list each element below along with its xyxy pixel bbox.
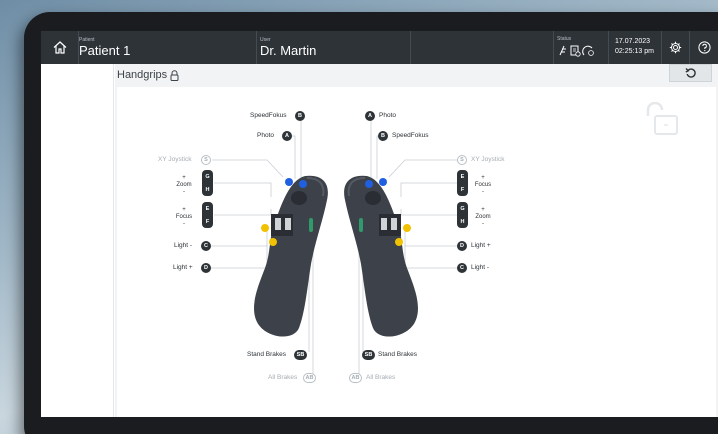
undo-button[interactable] (669, 64, 712, 82)
left-all-brakes-badge: AB (303, 373, 316, 383)
left-light-minus-badge: C (201, 241, 211, 251)
page-title: Handgrips (117, 69, 168, 81)
right-all-brakes-badge: AB (349, 373, 362, 383)
left-panel (41, 64, 114, 417)
left-stand-brakes-label: Stand Brakes (247, 351, 287, 358)
lock-icon (170, 70, 179, 81)
focus-key-bottom: F (460, 186, 465, 193)
right-speedfokus-label: SpeedFokus (392, 132, 429, 139)
focus-minus: - (482, 189, 484, 195)
status-label: Status (557, 36, 572, 42)
left-speedfokus-badge: B (295, 111, 305, 121)
right-photo-badge: A (365, 111, 375, 121)
right-zoom-badge: G H (457, 202, 468, 228)
settings-button[interactable] (661, 31, 689, 64)
focus-text: Focus (175, 214, 193, 220)
help-icon (697, 41, 711, 54)
zoom-minus: - (183, 189, 185, 195)
right-zoom-label: + Zoom - (471, 207, 495, 228)
zoom-minus: - (482, 221, 484, 227)
status-icons[interactable] (558, 43, 598, 57)
home-icon (53, 41, 66, 54)
left-light-minus-label: Light - (174, 242, 193, 249)
left-photo-badge: A (282, 131, 292, 141)
separator (256, 31, 257, 64)
help-button[interactable] (689, 31, 718, 64)
content-area: Handgrips SpeedFokus B Photo A XY Joysti… (115, 64, 718, 417)
date-text: 17.07.2023 (615, 38, 651, 45)
left-xy-joystick-label: XY Joystick (158, 156, 192, 163)
right-stand-brakes-badge: SB (362, 350, 375, 360)
left-xy-joystick-badge: S (201, 155, 211, 165)
right-handgrip-image (344, 175, 418, 337)
home-button[interactable] (41, 31, 79, 64)
left-all-brakes-label: All Brakes (268, 374, 298, 381)
time-text: 02:25:13 pm (615, 48, 654, 55)
zoom-key-bottom: H (460, 218, 465, 225)
separator (410, 31, 411, 64)
top-bar: Patient Patient 1 User Dr. Martin Status… (41, 31, 718, 64)
right-light-minus-label: Light - (471, 264, 490, 271)
left-zoom-badge: G H (202, 170, 213, 196)
left-focus-badge: E F (202, 202, 213, 228)
separator (553, 31, 554, 64)
left-photo-label: Photo (257, 132, 274, 139)
zoom-key-top: G (205, 173, 210, 180)
right-light-plus-label: Light + (471, 242, 491, 249)
right-stand-brakes-label: Stand Brakes (378, 351, 418, 358)
undo-icon (684, 68, 696, 78)
right-focus-badge: E F (457, 170, 468, 196)
left-light-plus-badge: D (201, 263, 211, 273)
zoom-key-bottom: H (205, 186, 210, 193)
left-light-plus-label: Light + (173, 264, 193, 271)
focus-key-top: E (460, 173, 465, 180)
right-speedfokus-badge: B (378, 131, 388, 141)
screen: Patient Patient 1 User Dr. Martin Status… (41, 31, 718, 417)
settings-icon (669, 41, 682, 54)
focus-minus: - (183, 221, 185, 227)
left-speedfokus-label: SpeedFokus (250, 112, 287, 119)
left-handgrip-image (254, 175, 328, 337)
focus-key-top: E (205, 205, 210, 212)
focus-plus: + (182, 207, 186, 213)
zoom-text: Zoom (176, 182, 192, 188)
handgrips-panel: SpeedFokus B Photo A XY Joystick S + Zoo… (117, 87, 716, 417)
right-xy-joystick-label: XY Joystick (471, 156, 505, 163)
zoom-key-top: G (460, 205, 465, 212)
right-xy-joystick-badge: S (457, 155, 467, 165)
zoom-plus: + (182, 175, 186, 181)
zoom-plus: + (481, 207, 485, 213)
zoom-text: Zoom (475, 214, 491, 220)
patient-value[interactable]: Patient 1 (79, 43, 130, 58)
right-light-minus-badge: C (457, 263, 467, 273)
focus-key-bottom: F (205, 218, 210, 225)
focus-text: Focus (474, 182, 492, 188)
left-focus-label: + Focus - (172, 207, 196, 228)
left-stand-brakes-badge: SB (294, 350, 307, 360)
focus-plus: + (481, 175, 485, 181)
right-all-brakes-label: All Brakes (366, 374, 396, 381)
left-zoom-label: + Zoom - (172, 175, 196, 196)
right-focus-label: + Focus - (471, 175, 495, 196)
user-value[interactable]: Dr. Martin (260, 43, 316, 58)
separator (608, 31, 609, 64)
right-photo-label: Photo (379, 112, 396, 119)
right-light-plus-badge: D (457, 241, 467, 251)
